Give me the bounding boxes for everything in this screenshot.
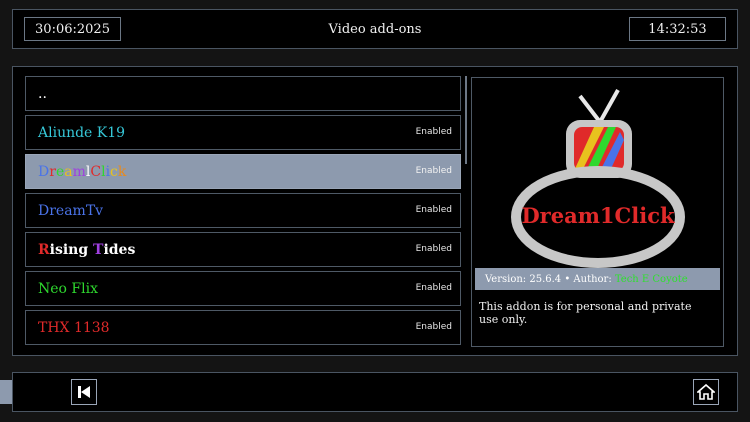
home-button[interactable]: [693, 379, 719, 405]
list-item-neo-flix[interactable]: Neo Flix Enabled: [25, 271, 461, 306]
list-scrollbar[interactable]: [465, 76, 467, 164]
list-item-thx-1138[interactable]: THX 1138 Enabled: [25, 310, 461, 345]
time-display: 14:32:53: [629, 17, 726, 41]
list-item-label: DreamTv: [38, 202, 104, 219]
status-badge: Enabled: [415, 244, 452, 254]
list-item-label: Rising Tides: [38, 241, 136, 258]
list-item-dreamtv[interactable]: DreamTv Enabled: [25, 193, 461, 228]
version-info: Version: 25.6.4 • Author: Tech E Coyote: [475, 268, 720, 290]
skip-back-icon: [78, 386, 90, 398]
main-panel: .. Aliunde K19 Enabled DreamlClick Enabl…: [12, 66, 738, 356]
list-item-aliunde[interactable]: Aliunde K19 Enabled: [25, 115, 461, 150]
list-item-label: Neo Flix: [38, 280, 98, 297]
addon-description: This addon is for personal and private u…: [479, 300, 692, 326]
status-badge: Enabled: [415, 205, 452, 215]
status-badge: Enabled: [415, 127, 452, 137]
version-text: Version: 25.6.4 • Author:: [485, 273, 612, 285]
list-item-dreamlclick[interactable]: DreamlClick Enabled: [25, 154, 461, 189]
status-badge: Enabled: [415, 166, 452, 176]
addon-logo-icon: Dream1Click: [511, 89, 685, 268]
list-item-label: Aliunde K19: [38, 124, 126, 141]
list-item-label: THX 1138: [38, 319, 110, 336]
addon-detail-panel: Dream1Click Version: 25.6.4 • Author: Te…: [471, 77, 724, 347]
skip-back-button[interactable]: [71, 379, 97, 405]
list-item-label: ..: [38, 85, 47, 102]
top-bar: 30:06:2025 Video add-ons 14:32:53: [12, 9, 738, 49]
author-name: Tech E Coyote: [614, 273, 688, 285]
list-item-label: DreamlClick: [38, 163, 127, 180]
status-badge: Enabled: [415, 283, 452, 293]
status-badge: Enabled: [415, 322, 452, 332]
bottom-bar: [12, 372, 738, 412]
logo-text: Dream1Click: [521, 203, 675, 228]
home-icon: [697, 383, 715, 400]
list-item-rising-tides[interactable]: Rising Tides Enabled: [25, 232, 461, 267]
list-item-parent[interactable]: ..: [25, 76, 461, 111]
